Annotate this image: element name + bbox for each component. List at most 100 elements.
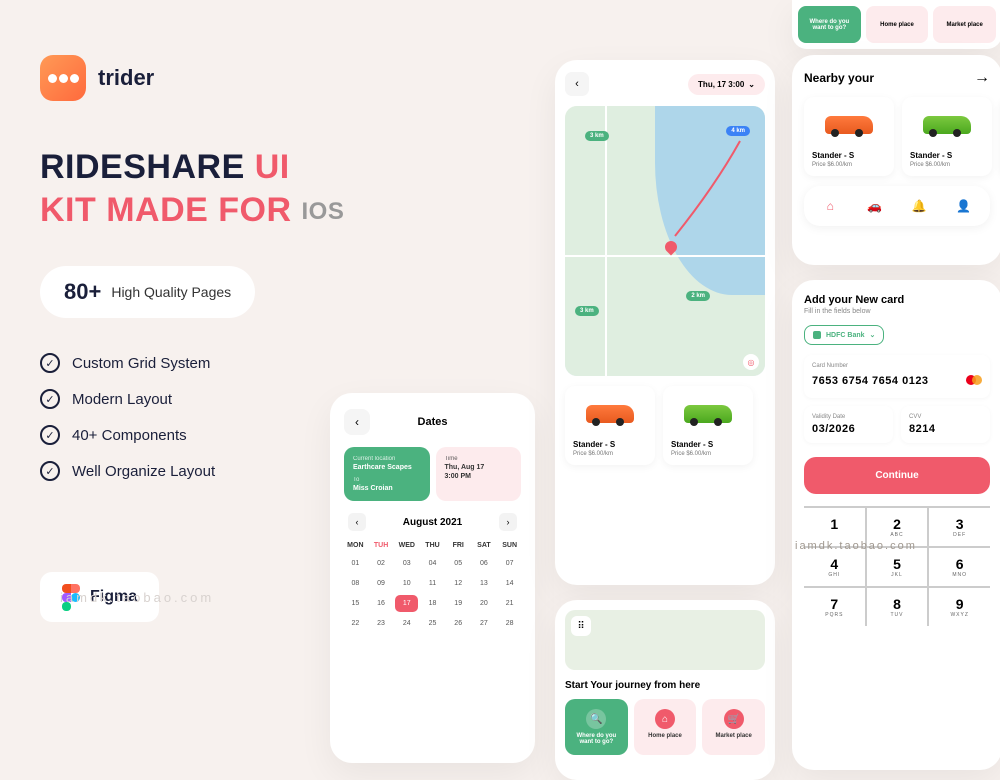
headline-line2: KIT MADE FOR	[40, 191, 292, 229]
card-number-field[interactable]: Card Number 7653 6754 7654 0123	[804, 355, 990, 398]
distance-pin[interactable]: 3 km	[585, 131, 609, 141]
back-button[interactable]: ‹	[565, 72, 589, 96]
day-cell[interactable]: 21	[498, 595, 521, 612]
loc-label: To	[353, 477, 421, 483]
day-header: SUN	[498, 539, 521, 552]
time-card[interactable]: Time Thu, Aug 17 3:00 PM	[436, 447, 522, 501]
day-cell[interactable]: 11	[421, 575, 444, 592]
badge-count: 80+	[64, 279, 101, 305]
keypad-key[interactable]: 4GHI	[804, 548, 865, 586]
check-icon: ✓	[40, 353, 60, 373]
nav-bell-icon[interactable]: 🔔	[907, 194, 931, 218]
drag-icon[interactable]: ⠿	[571, 616, 591, 636]
car-card[interactable]: Stander - SPrice $6.00/km	[565, 386, 655, 465]
check-icon: ✓	[40, 461, 60, 481]
day-cell[interactable]: 01	[344, 555, 367, 572]
journey-option-market[interactable]: 🛒Market place	[702, 699, 765, 755]
strip-option[interactable]: Market place	[933, 6, 996, 43]
dates-screen: ‹ Dates Current location Earthcare Scape…	[330, 393, 535, 763]
day-cell[interactable]: 19	[447, 595, 470, 612]
prev-month-button[interactable]: ‹	[348, 513, 366, 531]
watermark: iamdk.taobao.com	[60, 590, 214, 605]
day-cell[interactable]: 03	[395, 555, 418, 572]
nav-user-icon[interactable]: 👤	[952, 194, 976, 218]
day-cell[interactable]: 20	[473, 595, 496, 612]
logo-icon	[40, 55, 86, 101]
day-cell[interactable]: 05	[447, 555, 470, 572]
day-cell[interactable]: 06	[473, 555, 496, 572]
day-cell[interactable]: 27	[473, 615, 496, 632]
arrow-right-icon[interactable]: →	[974, 69, 990, 87]
loc-label: Current location	[353, 456, 421, 462]
feature-item: ✓Custom Grid System	[40, 353, 380, 373]
cart-icon: 🛒	[724, 709, 744, 729]
nav-home-icon[interactable]: ⌂	[818, 194, 842, 218]
mini-map[interactable]: ⠿	[565, 610, 765, 670]
day-cell[interactable]: 02	[370, 555, 393, 572]
feature-item: ✓ Modern Layout	[40, 389, 380, 409]
next-month-button[interactable]: ›	[499, 513, 517, 531]
date-chip-label: Thu, 17 3:00	[698, 80, 744, 89]
day-cell[interactable]: 07	[498, 555, 521, 572]
nearby-screen: Nearby your → Stander - SPrice $6.00/kmS…	[792, 55, 1000, 265]
keypad-key[interactable]: 7PQRS	[804, 588, 865, 626]
calendar-nav: ‹ August 2021 ›	[344, 513, 521, 531]
day-cell[interactable]: 12	[447, 575, 470, 592]
dates-title: Dates	[370, 416, 495, 428]
strip-option[interactable]: Where do you want to go?	[798, 6, 861, 43]
day-cell[interactable]: 09	[370, 575, 393, 592]
feature-text: Modern Layout	[72, 391, 172, 408]
day-cell[interactable]: 26	[447, 615, 470, 632]
day-cell[interactable]: 23	[370, 615, 393, 632]
continue-button[interactable]: Continue	[804, 457, 990, 494]
car-icon	[684, 405, 732, 423]
day-cell[interactable]: 17	[395, 595, 418, 612]
car-card[interactable]: Stander - SPrice $6.00/km	[902, 97, 992, 176]
journey-option-home[interactable]: ⌂Home place	[634, 699, 697, 755]
distance-pin[interactable]: 3 km	[575, 306, 599, 316]
back-button[interactable]: ‹	[344, 409, 370, 435]
journey-option-search[interactable]: 🔍Where do you want to go?	[565, 699, 628, 755]
map-view[interactable]: 3 km 4 km 3 km 2 km ◎	[565, 106, 765, 376]
day-cell[interactable]: 24	[395, 615, 418, 632]
car-card[interactable]: Stander - SPrice $6.00/km	[804, 97, 894, 176]
location-card[interactable]: Current location Earthcare Scapes To Mis…	[344, 447, 430, 501]
keypad-key[interactable]: 3DEF	[929, 508, 990, 546]
car-price: Price $6.00/km	[573, 451, 647, 457]
day-cell[interactable]: 18	[421, 595, 444, 612]
distance-pin[interactable]: 4 km	[726, 126, 750, 136]
car-scroll[interactable]: Stander - SPrice $6.00/kmStander - SPric…	[565, 386, 765, 465]
bank-selector[interactable]: HDFC Bank ⌄	[804, 325, 884, 345]
numeric-keypad: 12ABC3DEF4GHI5JKL6MNO7PQRS8TUV9WXYZ	[804, 506, 990, 626]
day-cell[interactable]: 22	[344, 615, 367, 632]
nearby-cars[interactable]: Stander - SPrice $6.00/kmStander - SPric…	[804, 97, 990, 176]
options-strip: Where do you want to go? Home place Mark…	[792, 0, 1000, 49]
watermark: iamdk.taobao.com	[795, 540, 917, 552]
car-price: Price $6.00/km	[812, 162, 886, 168]
day-cell[interactable]: 04	[421, 555, 444, 572]
keypad-key[interactable]: 8TUV	[867, 588, 928, 626]
nav-car-icon[interactable]: 🚗	[863, 194, 887, 218]
day-cell[interactable]: 08	[344, 575, 367, 592]
headline-ios: IOS	[302, 198, 345, 225]
day-cell[interactable]: 25	[421, 615, 444, 632]
day-cell[interactable]: 28	[498, 615, 521, 632]
check-icon: ✓	[40, 389, 60, 409]
day-cell[interactable]: 10	[395, 575, 418, 592]
day-cell[interactable]: 13	[473, 575, 496, 592]
car-card[interactable]: Stander - SPrice $6.00/km	[663, 386, 753, 465]
time-value: 3:00 PM	[445, 473, 513, 480]
keypad-key[interactable]: 9WXYZ	[929, 588, 990, 626]
strip-option[interactable]: Home place	[866, 6, 929, 43]
locate-button[interactable]: ◎	[743, 354, 759, 370]
cvv-field[interactable]: CVV8214	[901, 406, 990, 443]
day-cell[interactable]: 14	[498, 575, 521, 592]
distance-pin[interactable]: 2 km	[686, 291, 710, 301]
keypad-key[interactable]: 5JKL	[867, 548, 928, 586]
day-cell[interactable]: 16	[370, 595, 393, 612]
day-cell[interactable]: 15	[344, 595, 367, 612]
car-icon	[586, 405, 634, 423]
date-chip[interactable]: Thu, 17 3:00 ⌄	[688, 74, 765, 95]
validity-field[interactable]: Validity Date03/2026	[804, 406, 893, 443]
keypad-key[interactable]: 6MNO	[929, 548, 990, 586]
